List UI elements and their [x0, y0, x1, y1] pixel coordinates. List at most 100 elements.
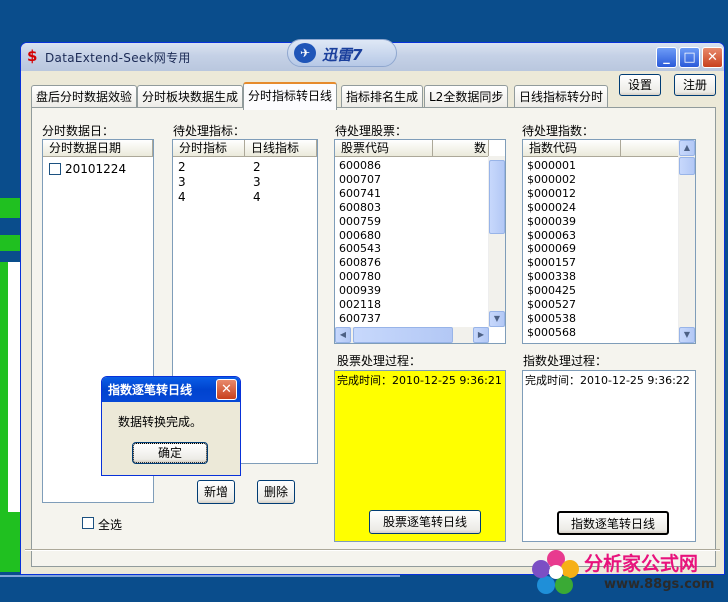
scroll-thumb[interactable]	[353, 327, 453, 343]
indicator-col-rixian[interactable]: 日线指标	[245, 140, 317, 157]
index-list[interactable]: 指数代码 $000001 $000002 $000012 $000024 $000039…	[522, 139, 696, 344]
completion-dialog: 指数逐笔转日线 ✕ 数据转换完成。 确定	[101, 376, 241, 476]
ok-button[interactable]: 确定	[132, 442, 208, 464]
tab-l2-tongbu[interactable]: L2全数据同步	[424, 85, 509, 108]
scroll-left-icon[interactable]: ◀	[335, 327, 351, 343]
list-item[interactable]: $000001	[527, 159, 576, 173]
watermark-url: www.88gs.com	[604, 577, 715, 592]
index-col-code[interactable]: 指数代码	[523, 140, 621, 157]
index-process-label: 指数处理过程：	[523, 354, 608, 368]
list-item[interactable]: $000157	[527, 256, 576, 270]
list-item[interactable]: $000069	[527, 242, 576, 256]
list-item[interactable]: 600737	[339, 312, 381, 326]
desktop-stripe	[0, 198, 22, 218]
select-all-label[interactable]: 全选	[98, 516, 122, 533]
table-row[interactable]: 2	[253, 160, 261, 174]
indicator-panel-label: 待处理指标：	[173, 124, 246, 138]
main-window: $ DataExtend-Seek网专用 ✈ 迅雷7 _ □ ✕ 设置 注册 盘…	[20, 39, 725, 575]
index-vertical-scrollbar[interactable]: ▲ ▼	[678, 140, 695, 343]
list-item[interactable]: 002118	[339, 298, 381, 312]
register-button[interactable]: 注册	[674, 74, 716, 96]
maximize-icon[interactable]: □	[679, 47, 700, 68]
stock-col-count[interactable]: 数	[433, 140, 489, 157]
list-item[interactable]: 600803	[339, 201, 381, 215]
app-dollar-icon: $	[27, 47, 38, 65]
stock-process-log-text: 完成时间：2010-12-25 9:36:21	[337, 374, 502, 387]
xunlei-badge[interactable]: ✈ 迅雷7	[287, 39, 397, 67]
list-item[interactable]: 000680	[339, 229, 381, 243]
stock-vertical-scrollbar[interactable]: ▼	[488, 156, 505, 327]
list-item[interactable]: $000002	[527, 173, 576, 187]
table-row[interactable]: 3	[178, 175, 186, 189]
close-icon[interactable]: ✕	[216, 379, 237, 400]
tab-zhibiao-paiming[interactable]: 指标排名生成	[341, 85, 424, 108]
add-button[interactable]: 新增	[197, 480, 235, 504]
stock-panel-label: 待处理股票：	[335, 124, 408, 138]
close-icon[interactable]: ✕	[702, 47, 723, 68]
desktop-stripe	[0, 512, 22, 572]
list-item[interactable]: 600876	[339, 256, 381, 270]
stock-convert-button[interactable]: 股票逐笔转日线	[369, 510, 481, 534]
watermark-logo: 分析家公式网 www.88gs.com	[528, 543, 728, 602]
settings-button[interactable]: 设置	[619, 74, 661, 96]
list-item[interactable]: 600741	[339, 187, 381, 201]
index-panel-label: 待处理指数：	[522, 124, 595, 138]
desktop-stripe	[0, 235, 22, 251]
scroll-down-icon[interactable]: ▼	[679, 327, 695, 343]
table-row[interactable]: 3	[253, 175, 261, 189]
list-item[interactable]: $000063	[527, 229, 576, 243]
table-row[interactable]: 4	[253, 190, 261, 204]
list-item[interactable]: 000707	[339, 173, 381, 187]
stock-process-label: 股票处理过程：	[337, 354, 422, 368]
bird-icon: ✈	[294, 43, 316, 63]
scroll-right-icon[interactable]: ▶	[473, 327, 489, 343]
flower-logo-icon	[532, 549, 580, 595]
list-item[interactable]: 600543	[339, 242, 381, 256]
scroll-thumb[interactable]	[489, 160, 505, 234]
tab-panel: 分时数据日： 分时数据日期 20101224 待处理指标： 分时指标 日线指标 …	[31, 107, 716, 567]
scroll-thumb[interactable]	[679, 157, 695, 175]
window-title: DataExtend-Seek网专用	[45, 51, 191, 65]
list-item[interactable]: 600086	[339, 159, 381, 173]
tab-rixian-zhuan-fenshi[interactable]: 日线指标转分时	[514, 85, 609, 108]
tab-shuju-xiaoyan[interactable]: 盘后分时数据效验	[31, 85, 138, 108]
dialog-title: 指数逐笔转日线	[108, 383, 193, 397]
list-item[interactable]: $000039	[527, 215, 576, 229]
stock-horizontal-scrollbar[interactable]: ◀ ▶	[335, 327, 489, 343]
list-item[interactable]: $000527	[527, 298, 576, 312]
list-item[interactable]: 20101224	[65, 162, 126, 176]
dialog-message: 数据转换完成。	[118, 415, 203, 429]
watermark-brand: 分析家公式网	[584, 553, 699, 575]
date-panel-label: 分时数据日：	[42, 124, 115, 138]
table-row[interactable]: 2	[178, 160, 186, 174]
tab-bar: 盘后分时数据效验 分时板块数据生成 分时指标转日线 指标排名生成 L2全数据同步…	[31, 82, 621, 110]
scroll-down-icon[interactable]: ▼	[489, 311, 505, 327]
index-col-spare	[621, 140, 679, 157]
list-item[interactable]: $000024	[527, 201, 576, 215]
minimize-icon[interactable]: _	[656, 47, 677, 68]
list-item[interactable]: $000568	[527, 326, 576, 340]
select-all-checkbox[interactable]	[82, 517, 94, 529]
date-row-checkbox[interactable]	[49, 163, 61, 175]
stock-col-code[interactable]: 股票代码	[335, 140, 433, 157]
list-item[interactable]: $000425	[527, 284, 576, 298]
indicator-col-fenshi[interactable]: 分时指标	[173, 140, 245, 157]
tab-fenshi-zhuan-rixian[interactable]: 分时指标转日线	[243, 82, 338, 110]
list-item[interactable]: $000012	[527, 187, 576, 201]
tab-bankuai-shengcheng[interactable]: 分时板块数据生成	[137, 85, 244, 108]
index-convert-button[interactable]: 指数逐笔转日线	[557, 511, 669, 535]
list-item[interactable]: 000780	[339, 270, 381, 284]
list-item[interactable]: 000759	[339, 215, 381, 229]
title-bar[interactable]: $ DataExtend-Seek网专用 ✈ 迅雷7 _ □ ✕	[21, 39, 724, 71]
scroll-up-icon[interactable]: ▲	[679, 140, 695, 156]
delete-button[interactable]: 删除	[257, 480, 295, 504]
stock-list[interactable]: 股票代码 数 600086 000707 600741 600803 000759 000…	[334, 139, 506, 344]
list-item[interactable]: $000538	[527, 312, 576, 326]
list-item[interactable]: 000939	[339, 284, 381, 298]
date-column-header[interactable]: 分时数据日期	[43, 140, 153, 157]
dialog-title-bar[interactable]: 指数逐笔转日线 ✕	[102, 377, 240, 402]
table-row[interactable]: 4	[178, 190, 186, 204]
list-item[interactable]: $000338	[527, 270, 576, 284]
desktop-bottom-line	[0, 575, 400, 577]
xunlei-label: 迅雷7	[322, 46, 363, 64]
